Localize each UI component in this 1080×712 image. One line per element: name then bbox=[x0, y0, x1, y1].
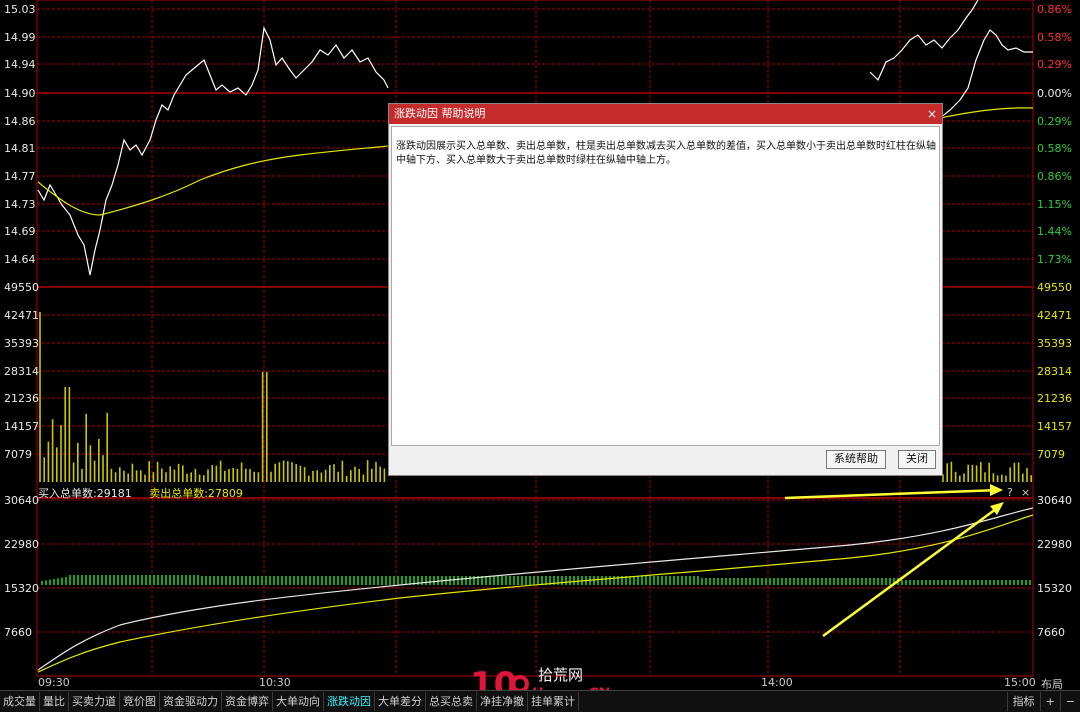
price-label-right: 0.58% bbox=[1037, 142, 1072, 155]
average-line bbox=[37, 145, 389, 216]
sell-total-line bbox=[37, 514, 1034, 673]
tab-0[interactable]: 成交量 bbox=[0, 692, 40, 711]
remove-panel-button[interactable]: − bbox=[1059, 692, 1080, 711]
tab-10[interactable]: 净挂净撤 bbox=[477, 692, 528, 711]
dialog-help-text: 涨跌动因展示买入总单数、卖出总单数，柱是卖出总单数减去买入总单数的差值，买入总单… bbox=[396, 141, 936, 166]
indicator-label-right: 7660 bbox=[1037, 626, 1065, 639]
price-label-right: 1.73% bbox=[1037, 253, 1072, 266]
price-label-left: 14.90 bbox=[4, 87, 36, 100]
price-label-right: 0.00% bbox=[1037, 87, 1072, 100]
buy-total-label: 买入总单数:29181 bbox=[38, 487, 132, 500]
volume-label-left: 42471 bbox=[4, 309, 39, 322]
price-label-left: 15.03 bbox=[4, 3, 36, 16]
price-label-left: 14.77 bbox=[4, 170, 36, 183]
indicator-label-left: 15320 bbox=[4, 582, 39, 595]
price-label-right: 0.58% bbox=[1037, 31, 1072, 44]
indicator-label-right: 22980 bbox=[1037, 538, 1072, 551]
price-label-left: 14.81 bbox=[4, 142, 36, 155]
volume-label-right: 42471 bbox=[1037, 309, 1072, 322]
annotation-arrow-line bbox=[784, 488, 1001, 500]
price-line-peak bbox=[869, 0, 979, 82]
volume-label-right: 14157 bbox=[1037, 420, 1072, 433]
tab-6[interactable]: 大单动向 bbox=[273, 692, 324, 711]
indicator-label-left: 30640 bbox=[4, 494, 39, 507]
volume-label-left: 14157 bbox=[4, 420, 39, 433]
tab-5[interactable]: 资金博弈 bbox=[222, 692, 273, 711]
indicator-label-left: 7660 bbox=[4, 626, 32, 639]
indicator-close-icon[interactable]: × bbox=[1021, 486, 1030, 499]
price-label-left: 14.64 bbox=[4, 253, 36, 266]
price-label-right: 0.29% bbox=[1037, 58, 1072, 71]
price-label-right: 1.15% bbox=[1037, 198, 1072, 211]
time-label-1030: 10:30 bbox=[259, 676, 291, 689]
indicator-label-left: 22980 bbox=[4, 538, 39, 551]
tab-2[interactable]: 买卖力道 bbox=[69, 692, 120, 711]
dialog-close-icon[interactable]: × bbox=[927, 104, 937, 124]
volume-label-right: 35393 bbox=[1037, 337, 1072, 350]
tab-9[interactable]: 总买总卖 bbox=[426, 692, 477, 711]
time-label-1400: 14:00 bbox=[761, 676, 793, 689]
tab-11[interactable]: 挂单累计 bbox=[528, 692, 579, 711]
volume-label-right: 28314 bbox=[1037, 365, 1072, 378]
volume-label-right: 21236 bbox=[1037, 392, 1072, 405]
time-label-1500: 15:00 bbox=[1004, 676, 1036, 689]
indicator-tab-bar: 成交量 量比 买卖力道 竞价图 资金驱动力 资金博弈 大单动向 涨跌动因 大单差分 总买总卖 净挂净… bbox=[0, 690, 1080, 712]
indicator-help-icon[interactable]: ? bbox=[1007, 486, 1013, 499]
tab-3[interactable]: 竞价图 bbox=[120, 692, 160, 711]
annotation-arrow-line bbox=[822, 504, 1001, 638]
add-panel-button[interactable]: + bbox=[1039, 692, 1060, 711]
price-line-right bbox=[939, 29, 1033, 119]
close-button[interactable]: 关闭 bbox=[898, 450, 936, 469]
system-help-button[interactable]: 系统帮助 bbox=[826, 450, 886, 469]
indicator-menu-button[interactable]: 指标 bbox=[1006, 692, 1040, 711]
price-label-left: 14.69 bbox=[4, 225, 36, 238]
volume-label-left: 35393 bbox=[4, 337, 39, 350]
volume-label-left: 28314 bbox=[4, 365, 39, 378]
indicator-label-right: 30640 bbox=[1037, 494, 1072, 507]
volume-label-left: 49550 bbox=[4, 281, 39, 294]
price-label-right: 0.86% bbox=[1037, 3, 1072, 16]
indicator-label-right: 15320 bbox=[1037, 582, 1072, 595]
indicator-header: 买入总单数:29181 卖出总单数:27809 bbox=[38, 485, 257, 501]
average-line-right bbox=[939, 107, 1034, 119]
sell-total-label: 卖出总单数:27809 bbox=[149, 487, 243, 500]
price-label-left: 14.73 bbox=[4, 198, 36, 211]
dialog-title: 涨跌动因 帮助说明 bbox=[394, 107, 486, 120]
price-label-right: 0.86% bbox=[1037, 170, 1072, 183]
volume-label-left: 7079 bbox=[4, 448, 32, 461]
tab-1[interactable]: 量比 bbox=[40, 692, 69, 711]
volume-label-left: 21236 bbox=[4, 392, 39, 405]
volume-label-right: 49550 bbox=[1037, 281, 1072, 294]
price-label-left: 14.94 bbox=[4, 58, 36, 71]
time-label-0930: 09:30 bbox=[38, 676, 70, 689]
dialog-titlebar: 涨跌动因 帮助说明 × bbox=[389, 104, 942, 124]
watermark-brand: 拾荒网 bbox=[538, 666, 583, 684]
tab-8[interactable]: 大单差分 bbox=[375, 692, 426, 711]
dialog-content: 涨跌动因展示买入总单数、卖出总单数，柱是卖出总单数减去买入总单数的差值，买入总单… bbox=[391, 126, 940, 446]
price-label-right: 1.44% bbox=[1037, 225, 1072, 238]
price-label-left: 14.86 bbox=[4, 115, 36, 128]
price-label-right: 0.29% bbox=[1037, 115, 1072, 128]
price-label-left: 14.99 bbox=[4, 31, 36, 44]
tab-4[interactable]: 资金驱动力 bbox=[160, 692, 222, 711]
annotation-arrowhead bbox=[990, 484, 1003, 496]
volume-label-right: 7079 bbox=[1037, 448, 1065, 461]
help-dialog: 涨跌动因 帮助说明 × 涨跌动因展示买入总单数、卖出总单数，柱是卖出总单数减去买… bbox=[388, 103, 943, 476]
tab-7[interactable]: 涨跌动因 bbox=[324, 692, 375, 711]
